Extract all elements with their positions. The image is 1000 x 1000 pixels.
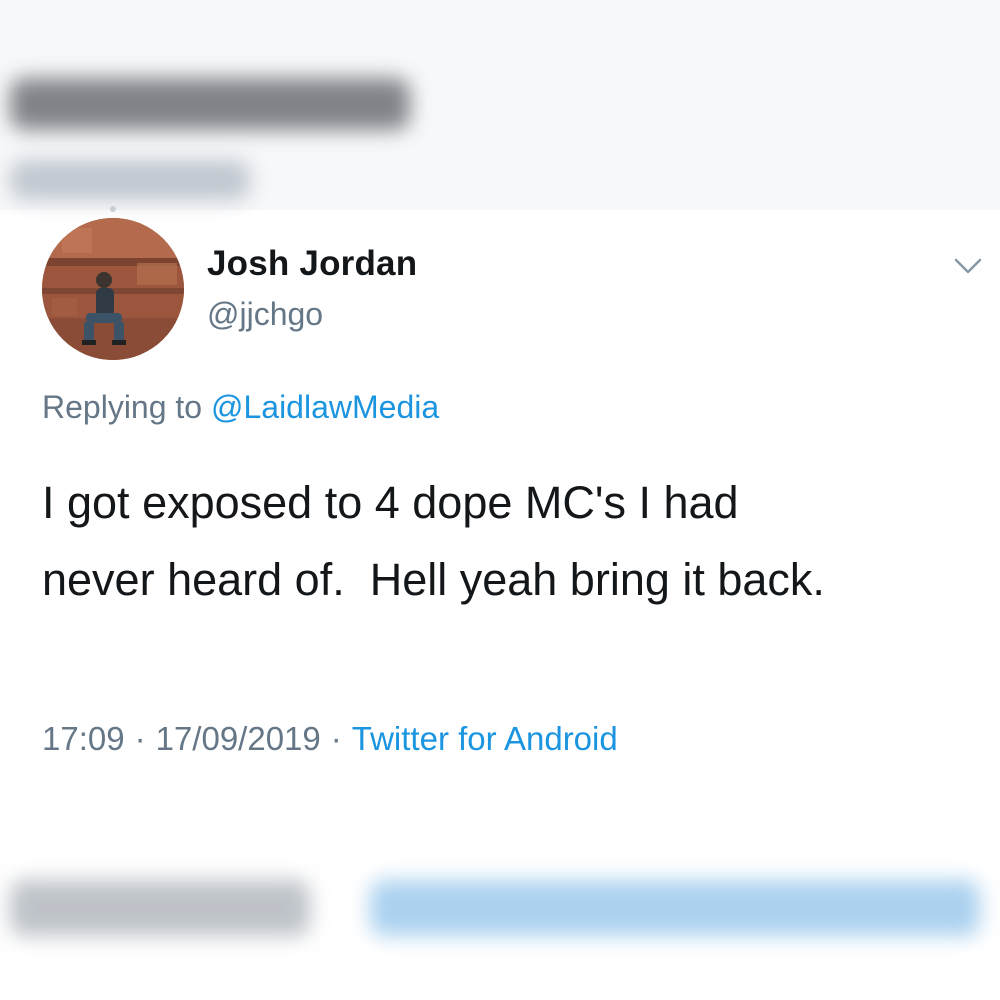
display-name[interactable]: Josh Jordan <box>207 244 417 284</box>
blurred-footer-right <box>370 880 980 936</box>
blurred-footer-left <box>10 880 310 936</box>
replying-to-label: Replying to <box>42 389 211 425</box>
reply-to-handle-link[interactable]: @LaidlawMedia <box>211 389 439 425</box>
tweet-time[interactable]: 17:09 <box>42 720 125 757</box>
tweet-date[interactable]: 17/09/2019 <box>156 720 321 757</box>
blurred-previous-tweet <box>0 0 1000 210</box>
profile-photo-icon <box>42 218 184 360</box>
avatar[interactable] <box>42 218 184 360</box>
tweet-source-link[interactable]: Twitter for Android <box>352 720 618 757</box>
meta-separator-2: · <box>330 720 342 757</box>
tweet-text: I got exposed to 4 dope MC's I had never… <box>42 477 825 605</box>
chevron-down-icon[interactable] <box>948 250 988 280</box>
user-handle[interactable]: @jjchgo <box>207 296 323 333</box>
meta-separator: · <box>134 720 146 757</box>
tweet-screenshot: Josh Jordan @jjchgo Replying to @Laidlaw… <box>0 0 1000 1000</box>
thread-dot <box>110 206 116 212</box>
blurred-name <box>10 78 410 130</box>
replying-to-line: Replying to @LaidlawMedia <box>42 389 439 426</box>
blurred-handle <box>10 160 250 200</box>
tweet-meta: 17:09 · 17/09/2019 · Twitter for Android <box>42 720 618 758</box>
